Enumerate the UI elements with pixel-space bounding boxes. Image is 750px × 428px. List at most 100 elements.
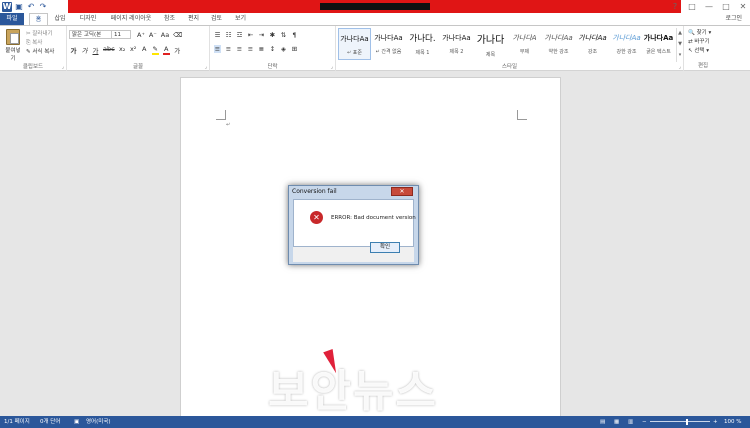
style-strong[interactable]: 가나다Aa 굵은 텍스트 — [642, 28, 675, 60]
clipboard-launcher-icon[interactable]: ⌟ — [62, 64, 64, 70]
style-sample: 가나다Aa — [442, 34, 471, 42]
sort-icon[interactable]: ⇅ — [280, 31, 287, 39]
font-name-select[interactable]: 맑은 고딕(본 — [69, 30, 113, 39]
decrease-indent-icon[interactable]: ⇤ — [247, 31, 254, 39]
font-size-select[interactable]: 11 — [111, 30, 131, 39]
find-button[interactable]: 🔍 찾기 ▾ — [688, 29, 711, 38]
conversion-fail-dialog: Conversion fail ✕ ✕ ERROR: Bad document … — [288, 185, 419, 265]
signin-link[interactable]: 로그인 — [725, 13, 742, 25]
help-icon[interactable]: ? — [670, 2, 680, 11]
tab-file[interactable]: 파일 — [0, 13, 24, 25]
tab-insert[interactable]: 삽입 — [52, 13, 68, 25]
read-mode-icon[interactable]: ▤ — [600, 416, 605, 428]
borders-icon[interactable]: ⊞ — [291, 45, 298, 53]
styles-more-icon[interactable]: ▾ — [677, 50, 683, 61]
word-count[interactable]: 0개 단어 — [40, 416, 60, 428]
zoom-in-icon[interactable]: + — [713, 416, 718, 428]
style-intense-emphasis[interactable]: 가나다Aa 강한 강조 — [610, 28, 643, 60]
minimize-icon[interactable]: — — [704, 2, 714, 11]
italic-icon[interactable]: 가 — [81, 45, 88, 55]
style-emphasis[interactable]: 가나다Aa 강조 — [576, 28, 609, 60]
tab-review[interactable]: 검토 — [209, 13, 224, 25]
styles-launcher-icon[interactable]: ⌟ — [679, 64, 681, 70]
select-button[interactable]: ↖ 선택 ▾ — [688, 47, 711, 56]
style-no-spacing[interactable]: 가나다Aa ↵ 간격 없음 — [372, 28, 405, 60]
numbering-icon[interactable]: ☷ — [225, 31, 232, 39]
close-icon[interactable]: ✕ — [738, 2, 748, 11]
align-right-icon[interactable]: ≡ — [236, 45, 243, 53]
increase-indent-icon[interactable]: ⇥ — [258, 31, 265, 39]
style-normal[interactable]: 가나다Aa ↵ 표준 — [338, 28, 371, 60]
paste-button[interactable]: 붙여넣기 — [3, 29, 23, 62]
undo-icon[interactable]: ↶ — [26, 2, 36, 12]
proofing-icon[interactable]: ▣ — [74, 416, 79, 428]
multilevel-list-icon[interactable]: ☲ — [236, 31, 243, 39]
style-sample: 가나다Aa — [340, 35, 369, 43]
shading-icon[interactable]: ◈ — [280, 45, 287, 53]
justify-icon[interactable]: ≡ — [247, 45, 254, 53]
tab-design[interactable]: 디자인 — [77, 13, 99, 25]
page-count[interactable]: 1/1 페이지 — [4, 416, 30, 428]
zoom-level[interactable]: 100 % — [724, 416, 741, 428]
tab-references[interactable]: 참조 — [162, 13, 177, 25]
style-title[interactable]: 가나다 제목 — [474, 28, 507, 60]
change-case-icon[interactable]: Aa — [161, 31, 169, 39]
title-bar: W ▣ ↶ ↷ ? □ — □ ✕ — [0, 0, 750, 13]
style-heading-2[interactable]: 가나다Aa 제목 2 — [440, 28, 473, 60]
distributed-icon[interactable]: ≣ — [258, 45, 265, 53]
style-subtitle[interactable]: 가나다A 부제 — [508, 28, 541, 60]
style-name: 굵은 텍스트 — [646, 49, 671, 55]
styles-down-icon[interactable]: ▼ — [677, 39, 683, 50]
maximize-icon[interactable]: □ — [721, 2, 731, 11]
tab-layout[interactable]: 페이지 레이아웃 — [107, 13, 155, 25]
zoom-out-icon[interactable]: − — [642, 416, 647, 428]
language-status[interactable]: 영어(미국) — [86, 416, 111, 428]
format-painter-button[interactable]: ✎ 서식 복사 — [26, 47, 54, 55]
style-name: 제목 1 — [415, 50, 430, 56]
paragraph-launcher-icon[interactable]: ⌟ — [331, 64, 333, 70]
word-logo-icon[interactable]: W — [2, 1, 12, 12]
clear-format-icon[interactable]: ⌫ — [173, 31, 182, 39]
web-layout-icon[interactable]: ▥ — [628, 416, 633, 428]
style-name: ↵ 표준 — [347, 50, 362, 56]
show-marks-icon[interactable]: ¶ — [291, 31, 298, 39]
bullets-icon[interactable]: ☰ — [214, 31, 221, 39]
print-layout-icon[interactable]: ▦ — [614, 416, 619, 428]
redo-icon[interactable]: ↷ — [38, 2, 48, 12]
grow-font-icon[interactable]: A⁺ — [137, 31, 145, 39]
font-color-icon[interactable]: A — [162, 45, 170, 55]
dialog-close-button[interactable]: ✕ — [391, 187, 413, 196]
line-spacing-icon[interactable]: ↕ — [269, 45, 276, 53]
asian-layout-icon[interactable]: ✱ — [269, 31, 276, 39]
underline-icon[interactable]: 가 — [92, 45, 99, 55]
text-effects-icon[interactable]: A — [141, 45, 148, 55]
replace-button[interactable]: ⇄ 바꾸기 — [688, 38, 711, 47]
ok-button[interactable]: 확인 — [370, 242, 400, 253]
style-heading-1[interactable]: 가나다. 제목 1 — [406, 28, 439, 60]
ribbon-display-icon[interactable]: □ — [687, 2, 697, 11]
tab-home[interactable]: 홈 — [29, 13, 48, 25]
cut-button[interactable]: ✂ 잘라내기 — [26, 29, 53, 37]
copy-button[interactable]: ⎘ 복사 — [26, 38, 42, 47]
shrink-font-icon[interactable]: A⁻ — [149, 31, 157, 39]
subscript-icon[interactable]: x₂ — [119, 45, 126, 55]
char-shading-icon[interactable]: 가 — [174, 45, 181, 55]
bold-icon[interactable]: 가 — [70, 45, 77, 55]
font-launcher-icon[interactable]: ⌟ — [205, 64, 207, 70]
styles-up-icon[interactable]: ▲ — [677, 28, 683, 39]
zoom-slider-thumb[interactable] — [686, 419, 688, 425]
style-subtle-emphasis[interactable]: 가나다Aa 약한 강조 — [542, 28, 575, 60]
error-message: ERROR: Bad document version — [331, 215, 416, 221]
strikethrough-icon[interactable]: abc — [103, 45, 115, 55]
font-name-value: 맑은 고딕(본 — [72, 32, 102, 38]
save-icon[interactable]: ▣ — [14, 2, 24, 12]
tab-view[interactable]: 보기 — [233, 13, 248, 25]
highlight-icon[interactable]: ✎ — [151, 45, 159, 55]
tab-mailings[interactable]: 편지 — [186, 13, 201, 25]
superscript-icon[interactable]: x² — [130, 45, 137, 55]
styles-scrollbar[interactable]: ▲ ▼ ▾ — [676, 28, 683, 62]
style-name: 약한 강조 — [548, 49, 569, 55]
align-center-icon[interactable]: ≡ — [225, 45, 232, 53]
align-left-icon[interactable]: ≡ — [214, 45, 221, 53]
zoom-slider[interactable] — [650, 421, 710, 422]
